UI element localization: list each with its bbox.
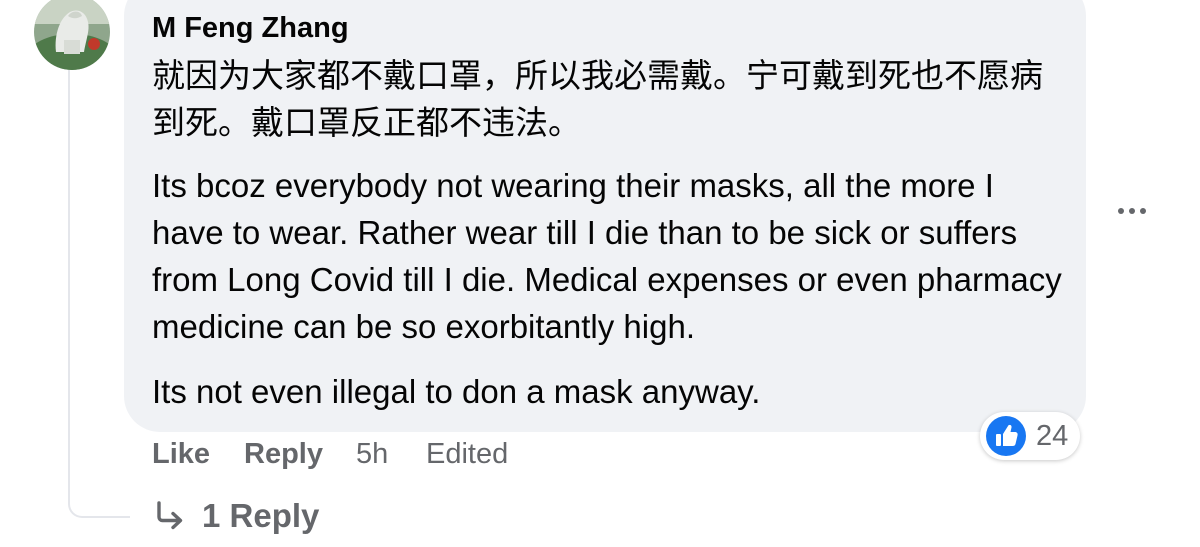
comment-author[interactable]: M Feng Zhang <box>152 12 349 45</box>
avatar-image <box>34 0 110 70</box>
reaction-count: 24 <box>1036 420 1069 452</box>
comment-text-english: Its bcoz everybody not wearing their mas… <box>152 167 1062 345</box>
thread-connector-line <box>68 70 130 518</box>
comment-thread: M Feng Zhang 就因为大家都不戴口罩，所以我必需戴。宁可戴到死也不愿病… <box>0 0 1200 547</box>
comment-timestamp[interactable]: 5h <box>356 438 388 471</box>
more-options-icon[interactable] <box>1112 195 1152 227</box>
thumbs-up-icon <box>996 424 1018 446</box>
edited-label[interactable]: Edited <box>426 438 508 471</box>
more-dot <box>1129 208 1135 214</box>
like-reaction-icon <box>986 416 1026 456</box>
reply-button[interactable]: Reply <box>244 438 323 471</box>
view-replies-link[interactable]: 1 Reply <box>152 494 319 538</box>
comment-text-chinese: 就因为大家都不戴口罩，所以我必需戴。宁可戴到死也不愿病到死。戴口罩反正都不违法。 <box>152 57 1043 141</box>
comment-text-english-2: Its not even illegal to don a mask anywa… <box>152 373 761 410</box>
more-dot <box>1140 208 1146 214</box>
like-button[interactable]: Like <box>152 438 210 471</box>
more-dot <box>1118 208 1124 214</box>
replies-count-label: 1 Reply <box>202 497 320 534</box>
reaction-summary[interactable]: 24 <box>980 412 1080 460</box>
reply-arrow-icon <box>157 501 183 530</box>
avatar[interactable] <box>34 0 110 70</box>
